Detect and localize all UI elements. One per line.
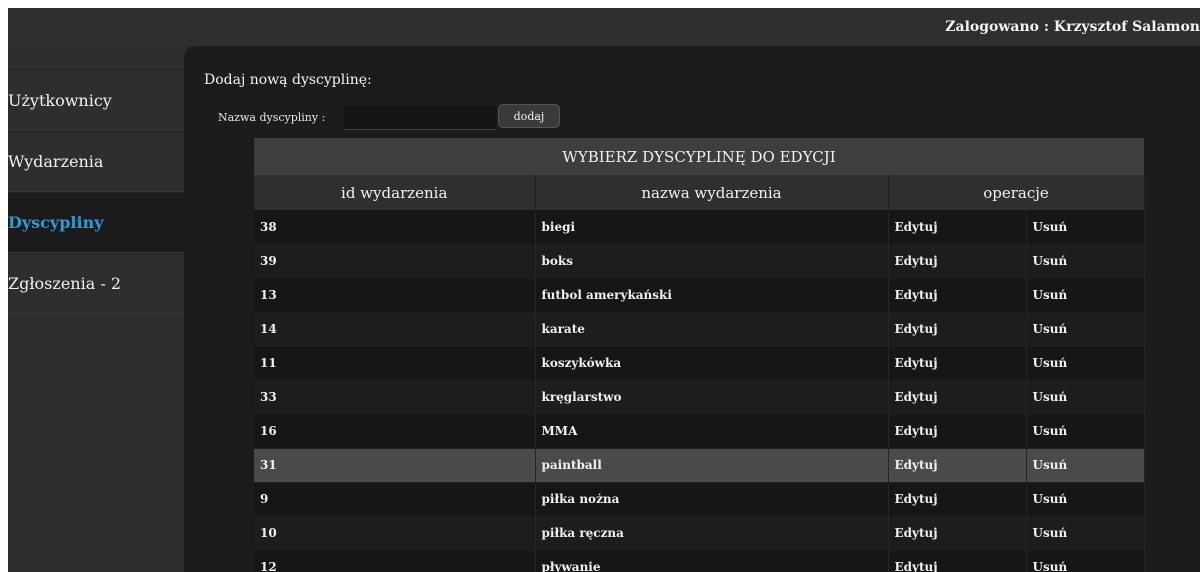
delete-link[interactable]: Usuń [1026,380,1145,415]
row-id-cell: 33 [254,380,536,415]
app-frame: Zalogowano : Krzysztof Salamon Użytkowni… [8,8,1200,572]
table-caption: WYBIERZ DYSCYPLINĘ DO EDYCJI [254,138,1145,175]
row-id-cell: 12 [254,550,536,572]
row-id-cell: 9 [254,482,536,517]
table-row: 33 kręglarstwo Edytuj Usuń [254,380,1145,415]
row-name-cell: paintball [535,448,889,483]
delete-link[interactable]: Usuń [1026,414,1145,449]
delete-link[interactable]: Usuń [1026,448,1145,483]
login-status: Zalogowano : Krzysztof Salamon [945,19,1200,35]
row-name-cell: futbol amerykański [535,278,889,313]
row-id-cell: 16 [254,414,536,449]
edit-link[interactable]: Edytuj [888,448,1027,483]
add-discipline-title: Dodaj nową dyscyplinę: [204,72,372,88]
edit-link[interactable]: Edytuj [888,482,1027,517]
edit-link[interactable]: Edytuj [888,312,1027,347]
discipline-name-input[interactable] [344,106,496,130]
delete-link[interactable]: Usuń [1026,550,1145,572]
row-id-cell: 10 [254,516,536,551]
delete-link[interactable]: Usuń [1026,278,1145,313]
delete-link[interactable]: Usuń [1026,312,1145,347]
table-row: 10 piłka ręczna Edytuj Usuń [254,516,1145,551]
sidebar-item-events[interactable]: Wydarzenia [8,131,184,192]
disciplines-table: WYBIERZ DYSCYPLINĘ DO EDYCJI id wydarzen… [254,138,1145,572]
sidebar: Użytkownicy Wydarzenia Dyscypliny Zgłosz… [8,70,184,314]
table-row: 9 piłka nożna Edytuj Usuń [254,482,1145,517]
table-row: 16 MMA Edytuj Usuń [254,414,1145,449]
edit-link[interactable]: Edytuj [888,244,1027,279]
delete-link[interactable]: Usuń [1026,244,1145,279]
table-row: 14 karate Edytuj Usuń [254,312,1145,347]
row-id-cell: 38 [254,210,536,245]
row-name-cell: piłka nożna [535,482,889,517]
edit-link[interactable]: Edytuj [888,210,1027,245]
column-header-name: nazwa wydarzenia [535,175,889,210]
row-name-cell: kręglarstwo [535,380,889,415]
sidebar-item-submissions[interactable]: Zgłoszenia - 2 [8,253,184,314]
table-row: 39 boks Edytuj Usuń [254,244,1145,279]
column-header-id: id wydarzenia [254,175,536,210]
disciplines-table-wrap: WYBIERZ DYSCYPLINĘ DO EDYCJI id wydarzen… [254,138,1145,572]
table-row: 13 futbol amerykański Edytuj Usuń [254,278,1145,313]
row-id-cell: 14 [254,312,536,347]
row-name-cell: piłka ręczna [535,516,889,551]
row-id-cell: 31 [254,448,536,483]
sidebar-item-disciplines[interactable]: Dyscypliny [8,192,184,253]
edit-link[interactable]: Edytuj [888,516,1027,551]
table-row: 11 koszykówka Edytuj Usuń [254,346,1145,381]
table-row: 12 pływanie Edytuj Usuń [254,550,1145,572]
edit-link[interactable]: Edytuj [888,414,1027,449]
edit-link[interactable]: Edytuj [888,550,1027,572]
discipline-name-label: Nazwa dyscypliny : [218,111,326,124]
delete-link[interactable]: Usuń [1026,482,1145,517]
delete-link[interactable]: Usuń [1026,516,1145,551]
edit-link[interactable]: Edytuj [888,278,1027,313]
edit-link[interactable]: Edytuj [888,380,1027,415]
row-id-cell: 11 [254,346,536,381]
row-name-cell: koszykówka [535,346,889,381]
column-header-operations: operacje [888,175,1145,210]
delete-link[interactable]: Usuń [1026,346,1145,381]
row-id-cell: 13 [254,278,536,313]
delete-link[interactable]: Usuń [1026,210,1145,245]
table-row: 31 paintball Edytuj Usuń [254,448,1145,483]
main-content: Dodaj nową dyscyplinę: Nazwa dyscypliny … [184,46,1200,572]
add-button[interactable]: dodaj [498,104,560,128]
edit-link[interactable]: Edytuj [888,346,1027,381]
top-bar: Zalogowano : Krzysztof Salamon [8,8,1200,46]
row-name-cell: karate [535,312,889,347]
table-row: 38 biegi Edytuj Usuń [254,210,1145,245]
row-id-cell: 39 [254,244,536,279]
row-name-cell: boks [535,244,889,279]
row-name-cell: pływanie [535,550,889,572]
row-name-cell: biegi [535,210,889,245]
sidebar-item-users[interactable]: Użytkownicy [8,70,184,131]
row-name-cell: MMA [535,414,889,449]
